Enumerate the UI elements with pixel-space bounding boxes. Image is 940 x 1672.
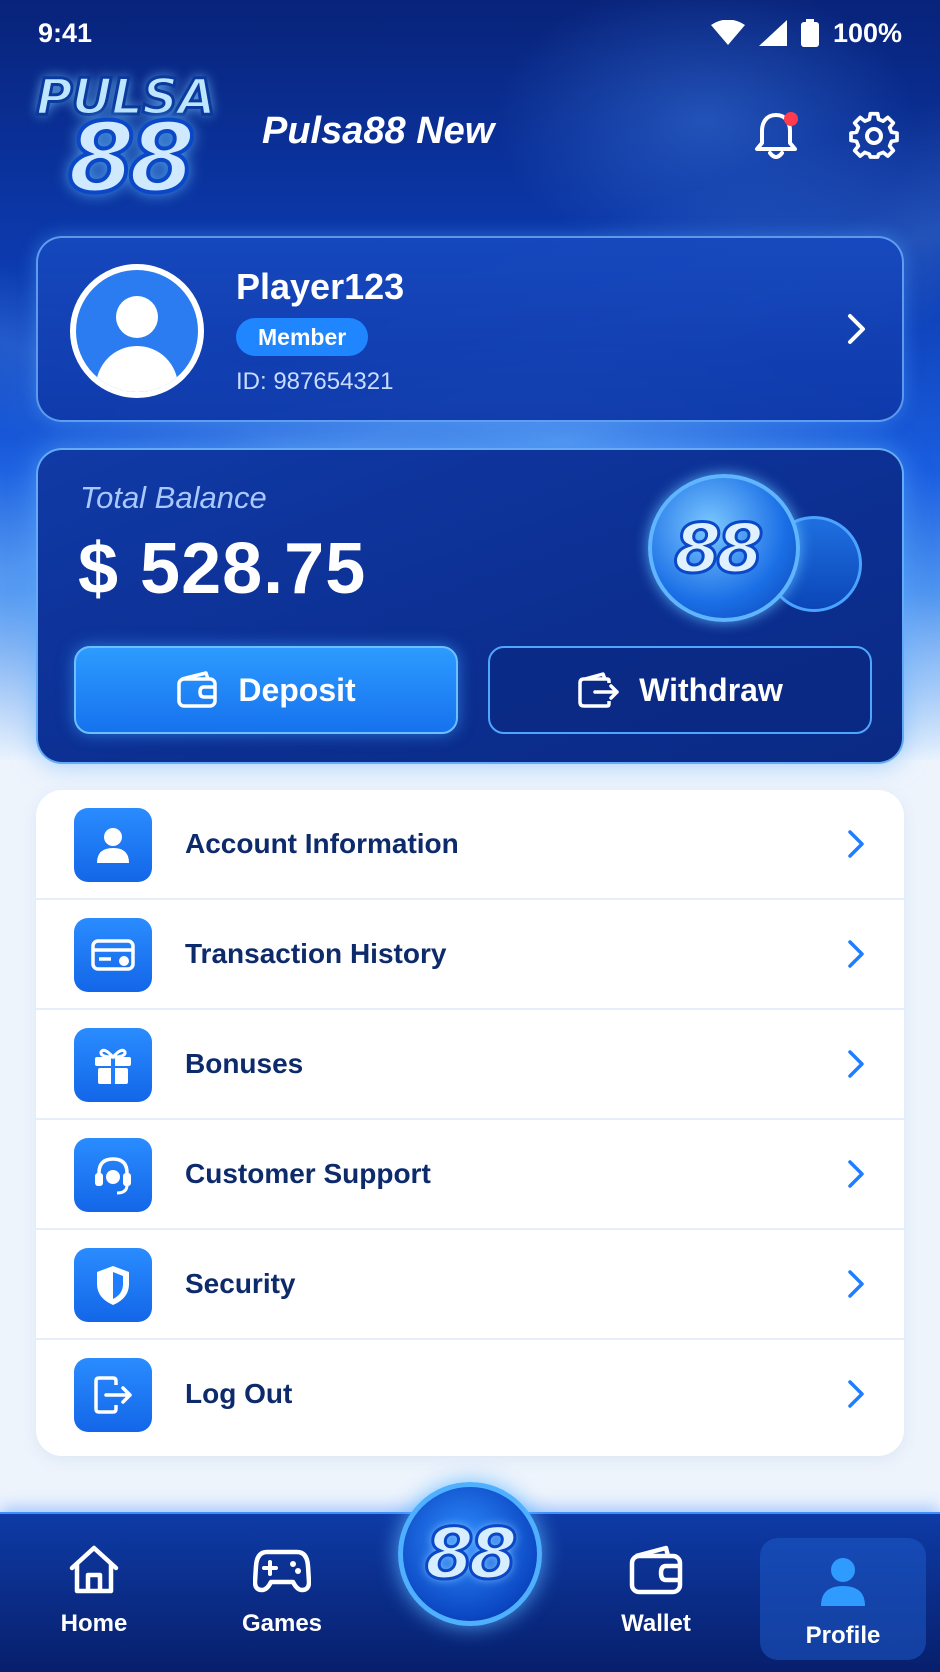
menu-label: Log Out [185,1378,293,1409]
menu-label: Security [185,1268,296,1299]
menu-item-bonuses[interactable]: Bonuses [36,1010,904,1120]
chevron-right-icon [848,1380,864,1408]
coins-illustration: 88 [648,464,888,634]
withdraw-label: Withdraw [639,671,783,708]
chevron-right-icon [848,940,864,968]
nav-games-label: Games [241,1610,323,1637]
menu-item-security[interactable]: Security [36,1230,904,1340]
coin: 88 [648,474,800,622]
chevron-right-icon [848,1160,864,1188]
profile-card[interactable]: Player123 Member ID: 987654321 [36,236,904,422]
wallet-icon [629,1545,683,1595]
coin-text: 88 [673,509,766,591]
menu-label: Transaction History [185,938,447,969]
nav-wallet-label: Wallet [621,1610,691,1637]
home-icon [69,1545,119,1594]
avatar-body [96,346,178,392]
balance-label: Total Balance [80,480,267,515]
chevron-right-icon [848,1270,864,1298]
nav-profile-label: Profile [805,1622,881,1649]
status-time: 9:41 [38,17,93,48]
player-name: Player123 [236,266,405,307]
headset-icon [74,1138,152,1212]
balance-amount: $ 528.75 [78,529,367,609]
member-badge: Member [236,318,369,356]
settings-button[interactable] [846,108,902,164]
notification-dot [784,112,798,126]
deposit-label: Deposit [238,671,356,708]
wallet-icon [177,671,218,708]
shield-icon [74,1248,152,1322]
status-icons: 100% [710,17,902,49]
menu-label: Account Information [185,828,459,859]
player-id: ID: 987654321 [236,368,394,395]
gear-icon [849,111,899,159]
nav-center-logo-text: 88 [423,1512,518,1597]
gift-icon [74,1028,152,1102]
nav-home-label: Home [60,1610,128,1637]
card-icon [74,918,152,992]
app-logo: PULSA 88 [30,62,240,212]
chevron-right-icon [848,314,865,344]
user-icon [74,808,152,882]
menu-item-log-out[interactable]: Log Out [36,1340,904,1450]
signal-icon [758,20,787,46]
nav-profile[interactable]: Profile [760,1538,926,1660]
logout-icon [74,1358,152,1432]
withdraw-button[interactable]: Withdraw [488,646,872,734]
chevron-right-icon [848,830,864,858]
menu-item-transaction-history[interactable]: Transaction History [36,900,904,1010]
nav-wallet[interactable]: Wallet [576,1514,736,1672]
deposit-button[interactable]: Deposit [74,646,458,734]
menu-item-account-information[interactable]: Account Information [36,790,904,900]
status-bar: 9:41 100% [0,0,940,66]
logo-text-bottom: 88 [66,102,198,214]
nav-center-button[interactable]: 88 [398,1482,542,1626]
avatar [70,264,204,398]
balance-card: Total Balance $ 528.75 88 Deposit Withdr… [36,448,904,764]
avatar-head [116,296,158,338]
app-title: Pulsa88 New [262,110,495,152]
nav-home[interactable]: Home [14,1514,174,1672]
wifi-icon [710,20,745,45]
user-icon [821,1558,865,1606]
withdraw-icon [578,672,619,708]
chevron-right-icon [848,1050,864,1078]
menu-label: Bonuses [185,1048,304,1079]
battery-level: 100% [832,17,902,48]
menu-label: Customer Support [185,1158,431,1189]
gamepad-icon [253,1549,311,1593]
battery-icon [800,19,819,47]
menu-item-customer-support[interactable]: Customer Support [36,1120,904,1230]
nav-games[interactable]: Games [202,1514,362,1672]
menu-list: Account Information Transaction History [36,790,904,1456]
notifications-button[interactable] [748,108,804,164]
